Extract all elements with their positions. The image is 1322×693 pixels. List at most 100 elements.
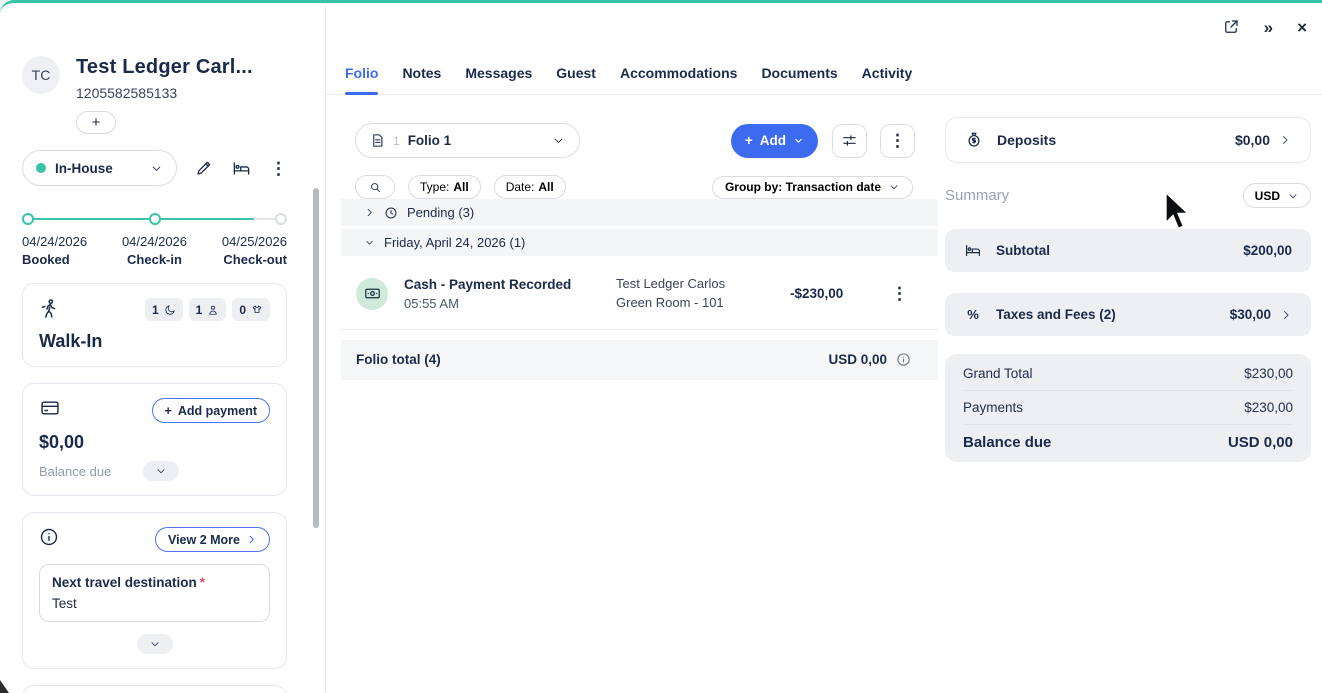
timeline-checkout: 04/25/2026 Check-out	[222, 234, 287, 267]
tab-accommodations[interactable]: Accommodations	[620, 65, 737, 94]
reservation-more-menu[interactable]: ⋮	[270, 160, 287, 177]
transaction-summary: Cash - Payment Recorded 05:55 AM	[404, 277, 616, 311]
bed-icon	[231, 159, 252, 178]
type-filter[interactable]: Type: All	[408, 175, 481, 199]
tab-guest[interactable]: Guest	[556, 65, 596, 94]
status-label: In-House	[55, 161, 141, 176]
transaction-filters: Type: All Date: All Group by: Transactio…	[341, 175, 938, 199]
transaction-row[interactable]: Cash - Payment Recorded 05:55 AM Test Le…	[341, 259, 938, 330]
tab-messages[interactable]: Messages	[465, 65, 532, 94]
folio-more-menu[interactable]: ⋮	[880, 124, 915, 158]
deposits-card[interactable]: Deposits $0,00	[945, 117, 1311, 163]
transaction-guest: Test Ledger Carlos Green Room - 101	[616, 275, 784, 313]
balance-due-label: Balance due	[39, 464, 111, 479]
group-header-pending[interactable]: Pending (3)	[341, 199, 938, 226]
percent-icon: %	[964, 307, 982, 322]
summary-header: Summary USD	[945, 183, 1311, 208]
details-expand-button[interactable]	[137, 634, 173, 654]
timeline-labels: 04/24/2026 Booked 04/24/2026 Check-in 04…	[22, 234, 287, 267]
taxes-fees-card[interactable]: % Taxes and Fees (2) $30,00	[945, 293, 1311, 336]
chevron-down-icon	[155, 465, 167, 477]
balance-amount: $0,00	[39, 432, 270, 453]
view-more-details-button[interactable]: View 2 More	[155, 527, 270, 552]
status-row: In-House ⋮	[22, 150, 287, 186]
deposits-label: Deposits	[997, 132, 1056, 148]
sliders-icon	[841, 132, 858, 149]
tab-notes[interactable]: Notes	[402, 65, 441, 94]
chevron-right-icon	[1279, 134, 1291, 146]
tab-activity[interactable]: Activity	[862, 65, 913, 94]
timeline-progress	[26, 218, 254, 220]
group-header-date[interactable]: Friday, April 24, 2026 (1)	[341, 229, 938, 256]
edit-reservation-button[interactable]	[195, 159, 213, 177]
folio-toolbar: 1 Folio 1 + Add ⋮	[341, 123, 938, 158]
folio-document-icon	[370, 133, 385, 148]
transaction-title: Cash - Payment Recorded	[404, 277, 616, 292]
plus-icon: +	[745, 133, 753, 148]
transaction-time: 05:55 AM	[404, 296, 616, 311]
info-icon	[39, 527, 59, 547]
folio-selector-label: Folio 1	[408, 133, 544, 148]
timeline-point-booked	[22, 213, 34, 225]
info-icon[interactable]	[896, 352, 911, 367]
children-badge: 0	[232, 298, 270, 321]
travel-destination-field[interactable]: Next travel destination* Test	[39, 564, 270, 622]
search-icon	[369, 181, 382, 194]
chevron-down-icon	[552, 134, 565, 147]
adults-badge: 1	[189, 298, 227, 321]
taxes-label: Taxes and Fees (2)	[996, 307, 1116, 322]
date-filter[interactable]: Date: All	[494, 175, 566, 199]
reservation-sidebar: TC Test Ledger Carl... 1205582585133 + I…	[0, 6, 326, 693]
deposits-amount: $0,00	[1235, 132, 1270, 148]
folio-total-amount: USD 0,00	[828, 352, 887, 367]
grand-total-row: Grand Total $230,00	[963, 357, 1293, 391]
subtotal-amount: $200,00	[1243, 243, 1292, 258]
summary-panel: Deposits $0,00 Summary USD Subtotal $200…	[945, 117, 1311, 462]
chevron-down-icon	[888, 181, 900, 193]
chevron-down-icon	[150, 162, 163, 175]
currency-dropdown[interactable]: USD	[1243, 183, 1311, 208]
folio-panel: 1 Folio 1 + Add ⋮ Type: All D	[341, 123, 938, 380]
totals-card: Grand Total $230,00 Payments $230,00 Bal…	[945, 354, 1311, 462]
payment-type-icon-wrap	[356, 278, 388, 310]
search-button[interactable]	[355, 175, 395, 199]
reservation-drawer: TC Test Ledger Carl... 1205582585133 + I…	[0, 0, 1322, 693]
tab-folio[interactable]: Folio	[345, 65, 378, 94]
transaction-more-menu[interactable]: ⋮	[891, 285, 908, 302]
chevron-down-icon	[793, 135, 804, 146]
folio-selector[interactable]: 1 Folio 1	[355, 123, 580, 158]
subtotal-card: Subtotal $200,00	[945, 229, 1311, 272]
folio-filter-settings-button[interactable]	[832, 124, 867, 158]
plus-icon: +	[165, 404, 172, 418]
summary-heading: Summary	[945, 187, 1009, 204]
booking-source-title: Walk-In	[39, 331, 270, 352]
balance-due-row: Balance due USD 0,00	[963, 425, 1293, 459]
pencil-icon	[195, 159, 213, 177]
guest-name: Test Ledger Carl...	[76, 56, 253, 79]
occupancy-badges: 1 1 0	[145, 298, 270, 321]
walk-in-icon	[39, 298, 60, 319]
subtotal-label: Subtotal	[996, 243, 1050, 258]
add-tag-button[interactable]: +	[76, 111, 116, 134]
chevron-down-icon	[1287, 190, 1299, 202]
credit-card-icon	[39, 398, 61, 418]
chevron-right-icon	[364, 207, 375, 218]
balance-expand-button[interactable]	[143, 461, 179, 481]
cash-icon	[364, 285, 381, 302]
add-transaction-button[interactable]: + Add	[731, 124, 818, 158]
folio-total-row: Folio total (4) USD 0,00	[341, 340, 938, 380]
add-payment-button[interactable]: + Add payment	[152, 398, 271, 423]
group-by-dropdown[interactable]: Group by: Transaction date	[712, 176, 913, 199]
payment-card: + Add payment $0,00 Balance due	[22, 383, 287, 496]
timeline-booked: 04/24/2026 Booked	[22, 234, 87, 267]
confirmation-number: 1205582585133	[76, 85, 253, 101]
chevron-down-icon	[149, 638, 161, 650]
sidebar-scrollbar[interactable]	[313, 188, 319, 528]
tab-documents[interactable]: Documents	[761, 65, 837, 94]
folio-total-label: Folio total (4)	[356, 352, 441, 367]
timeline-point-checkin	[149, 213, 161, 225]
folio-number-badge: 1	[393, 134, 400, 148]
stay-timeline	[22, 213, 287, 225]
status-dropdown[interactable]: In-House	[22, 150, 177, 186]
room-assignment-button[interactable]	[231, 159, 252, 178]
